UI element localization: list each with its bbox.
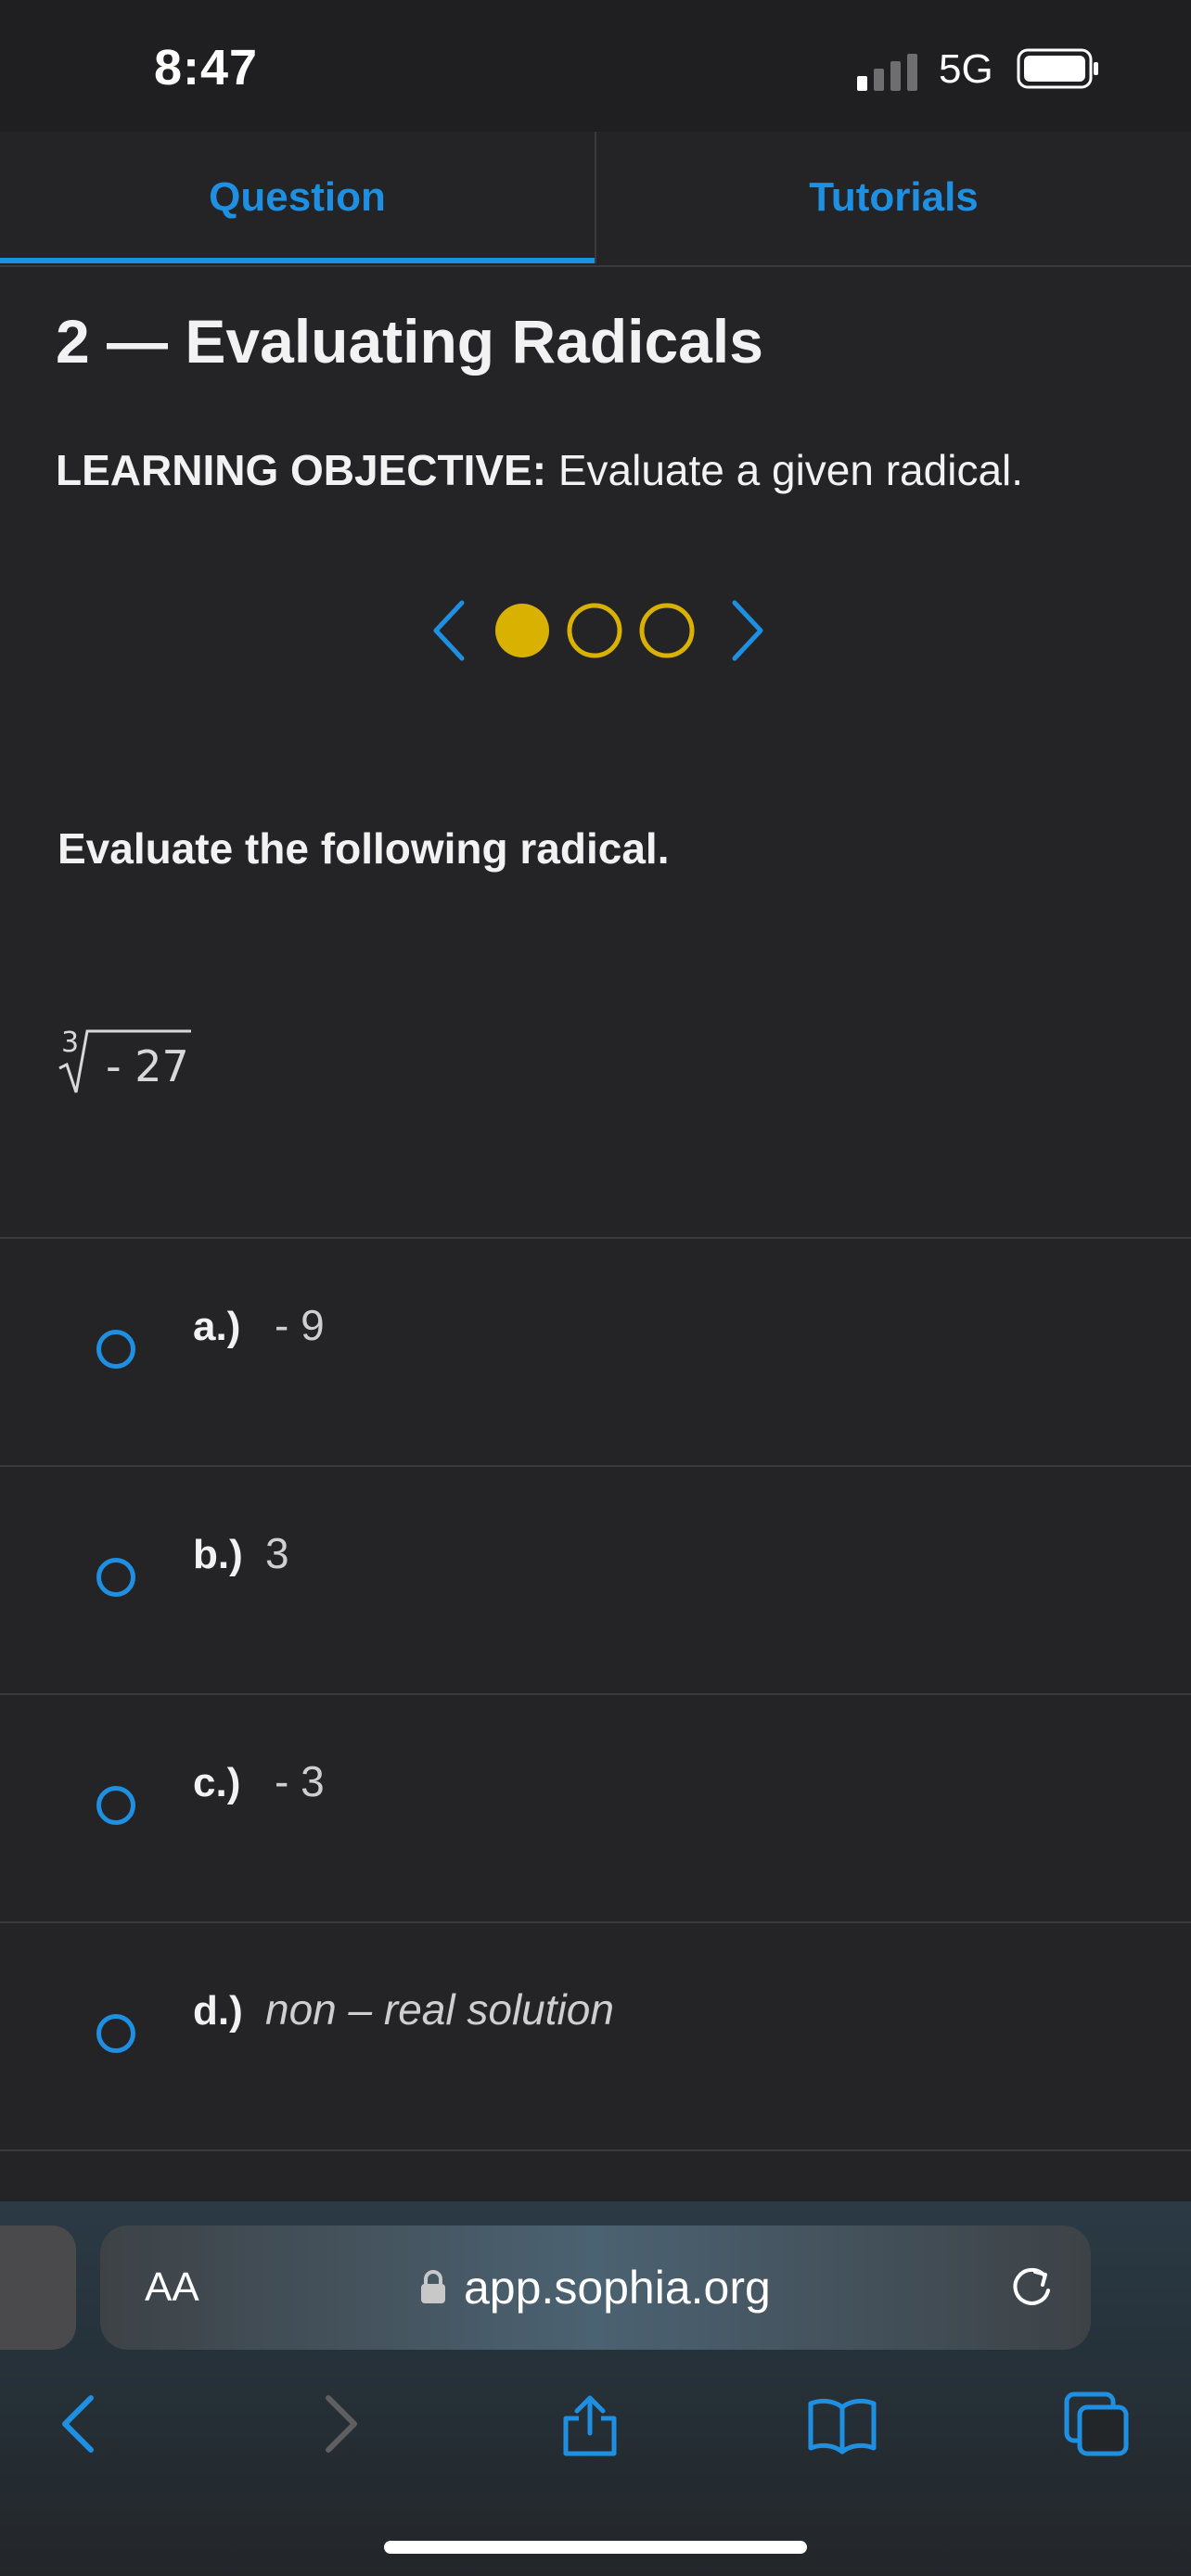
status-bar: 8:47 5G (0, 0, 1191, 132)
browser-bar: AA app.sophia.org (0, 2201, 1191, 2576)
question-prompt: Evaluate the following radical. (58, 824, 670, 873)
url-text[interactable]: app.sophia.org (464, 2261, 771, 2315)
cellular-signal-icon (857, 54, 917, 91)
bookmarks-icon[interactable] (805, 2387, 879, 2461)
active-tab-indicator (0, 258, 595, 263)
forward-icon[interactable] (302, 2387, 377, 2461)
choice-b[interactable]: b.) 3 (0, 1465, 1191, 1693)
objective-text: Evaluate a given radical. (557, 446, 1024, 494)
radicand: - 27 (106, 1041, 189, 1091)
battery-icon (1017, 48, 1098, 89)
learning-objective: LEARNING OBJECTIVE: Evaluate a given rad… (56, 445, 1023, 495)
tab-tutorials[interactable]: Tutorials (596, 132, 1191, 263)
choice-value: non – real solution (265, 1985, 614, 2034)
radio-button[interactable] (96, 1330, 135, 1369)
choice-a[interactable]: a.) - 9 (0, 1237, 1191, 1465)
pager-prev-icon[interactable] (433, 600, 465, 661)
reload-icon[interactable] (1007, 2263, 1057, 2313)
tab-question[interactable]: Question (0, 132, 596, 263)
pager-dot-2[interactable] (567, 603, 622, 658)
pager-next-icon[interactable] (732, 600, 763, 661)
tabs-icon[interactable] (1059, 2387, 1133, 2461)
choice-label: d.) (193, 1988, 243, 2034)
choice-value: - 9 (275, 1301, 325, 1349)
share-icon[interactable] (553, 2387, 627, 2461)
radio-button[interactable] (96, 1558, 135, 1597)
choice-label: c.) (193, 1760, 241, 1805)
choice-value: - 3 (275, 1757, 325, 1805)
radio-button[interactable] (96, 2014, 135, 2053)
choice-d[interactable]: d.) non – real solution (0, 1921, 1191, 2151)
back-icon[interactable] (43, 2387, 117, 2461)
choice-value: 3 (265, 1529, 289, 1577)
objective-label: LEARNING OBJECTIVE: (56, 446, 547, 494)
pager-dot-3[interactable] (639, 603, 695, 658)
text-size-button[interactable]: AA (145, 2264, 199, 2311)
previous-tab-preview[interactable] (0, 2225, 76, 2350)
tab-bar: Question Tutorials (0, 132, 1191, 267)
answer-choices: a.) - 9 b.) 3 c.) - 3 d.) non – real sol… (0, 1237, 1191, 2151)
pager-dot-1[interactable] (495, 604, 549, 657)
network-type: 5G (939, 46, 993, 92)
home-indicator[interactable] (384, 2541, 807, 2554)
cube-root-expression: 3 - 27 (58, 1027, 191, 1093)
choice-c[interactable]: c.) - 3 (0, 1693, 1191, 1921)
radical-index: 3 (61, 1027, 79, 1059)
choice-label: a.) (193, 1304, 241, 1349)
choice-label: b.) (193, 1532, 243, 1577)
lock-icon (421, 2270, 445, 2303)
radio-button[interactable] (96, 1786, 135, 1825)
page-title: 2 — Evaluating Radicals (56, 307, 763, 376)
status-time: 8:47 (154, 40, 259, 96)
address-bar[interactable]: AA app.sophia.org (100, 2225, 1091, 2350)
question-pager (433, 600, 763, 661)
